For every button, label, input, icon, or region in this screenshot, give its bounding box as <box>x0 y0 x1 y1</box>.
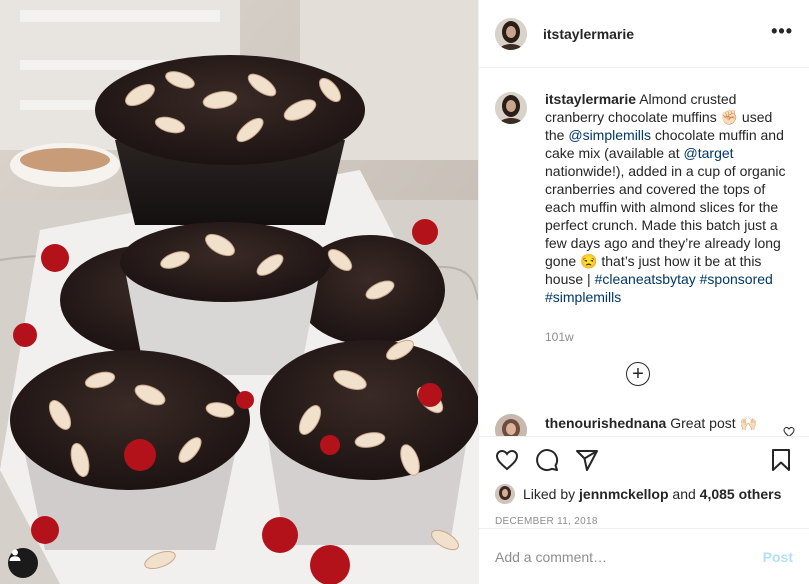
action-bar <box>479 436 809 482</box>
caption-avatar[interactable] <box>495 92 527 124</box>
raised-hands-emoji: 🙌🏻 <box>739 415 757 431</box>
comments-area: itstaylermarie Almond crusted cranberry … <box>479 68 809 436</box>
muffins-image <box>0 0 478 584</box>
avatar-image <box>495 17 527 50</box>
liked-by-middle: and <box>668 486 700 502</box>
share-icon[interactable] <box>575 448 599 472</box>
post-panel: itstaylermarie ••• itstaylermarie Almond… <box>478 0 809 584</box>
likes-count[interactable]: 4,085 others <box>700 486 782 502</box>
liked-by-text: Liked by jennmckellop and 4,085 others <box>523 486 781 502</box>
user-tag-icon <box>9 549 21 561</box>
fist-emoji: ✊🏻 <box>720 109 739 125</box>
post-header: itstaylermarie ••• <box>479 0 809 68</box>
load-more-glyph: + <box>632 363 644 385</box>
likes-row: Liked by jennmckellop and 4,085 others <box>479 482 809 506</box>
avatar-image <box>495 92 527 124</box>
caption: itstaylermarie Almond crusted cranberry … <box>495 90 793 346</box>
user-tag-button[interactable] <box>8 548 38 578</box>
liker-username[interactable]: jennmckellop <box>579 486 668 502</box>
author-username[interactable]: itstaylermarie <box>543 26 634 42</box>
comment-icon[interactable] <box>535 448 559 472</box>
comment-body: Great post <box>670 415 740 431</box>
hashtag-simplemills[interactable]: #simplemills <box>545 289 621 305</box>
caption-age[interactable]: 101w <box>545 328 793 346</box>
more-icon[interactable]: ••• <box>771 22 793 46</box>
mention-target[interactable]: @target <box>684 145 734 161</box>
commenter-avatar[interactable] <box>495 414 527 436</box>
comment-input[interactable] <box>495 548 763 565</box>
bookmark-icon[interactable] <box>769 448 793 472</box>
comment-heart-icon[interactable] <box>783 426 795 436</box>
instagram-post: itstaylermarie ••• itstaylermarie Almond… <box>0 0 809 584</box>
author-avatar[interactable] <box>495 17 527 50</box>
avatar-image <box>495 414 527 436</box>
hashtag-sponsored[interactable]: #sponsored <box>700 271 773 287</box>
commenter-username[interactable]: thenourishednana <box>545 415 666 431</box>
mention-simplemills[interactable]: @simplemills <box>568 127 651 143</box>
plus-circle-icon[interactable]: + <box>626 362 650 386</box>
liker-avatar[interactable] <box>495 484 515 504</box>
add-comment-bar: Post <box>479 528 809 584</box>
hashtag-cleaneatsbytay[interactable]: #cleaneatsbytay <box>595 271 696 287</box>
avatar-image <box>495 484 515 504</box>
caption-username[interactable]: itstaylermarie <box>545 91 636 107</box>
unamused-emoji: 😒 <box>580 253 598 269</box>
comment-text: thenourishednana Great post 🙌🏻 <box>545 414 757 432</box>
liked-by-prefix: Liked by <box>523 486 580 502</box>
heart-icon[interactable] <box>495 448 519 472</box>
comment-item: thenourishednana Great post 🙌🏻 <box>495 414 795 436</box>
post-comment-button[interactable]: Post <box>763 549 793 565</box>
post-photo[interactable] <box>0 0 478 584</box>
caption-text: itstaylermarie Almond crusted cranberry … <box>545 90 793 346</box>
